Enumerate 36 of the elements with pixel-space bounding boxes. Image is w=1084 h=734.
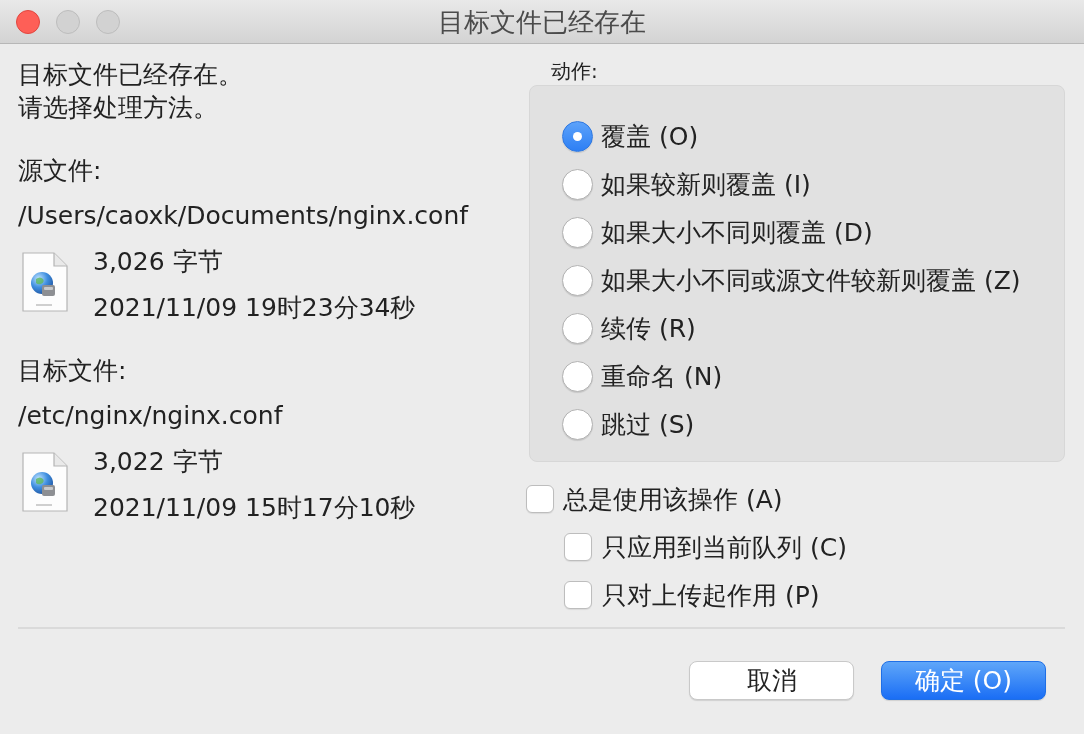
group-label: 动作: (551, 58, 598, 84)
checkbox[interactable] (526, 485, 554, 513)
radio-button[interactable] (562, 264, 593, 296)
message-text: 请选择处理方法。 (18, 92, 218, 124)
file-heading: 目标文件: (18, 355, 127, 387)
radio-button[interactable] (562, 408, 593, 440)
file-size: 3,022 字节 (93, 446, 223, 478)
file-modified-date: 2021/11/09 15时17分10秒 (93, 492, 416, 524)
window-title: 目标文件已经存在 (438, 6, 646, 37)
checkbox-label[interactable]: 只对上传起作用 (P) (602, 578, 820, 612)
checkbox[interactable] (564, 533, 592, 561)
radio-label[interactable]: 覆盖 (O) (601, 119, 699, 153)
radio-label[interactable]: 如果大小不同则覆盖 (D) (601, 215, 873, 249)
radio-label[interactable]: 跳过 (S) (601, 407, 695, 441)
radio-label[interactable]: 如果大小不同或源文件较新则覆盖 (Z) (601, 263, 1021, 297)
radio-button[interactable] (562, 168, 593, 200)
radio-label[interactable]: 重命名 (N) (601, 359, 723, 393)
radio-label[interactable]: 如果较新则覆盖 (I) (601, 167, 811, 201)
radio-button[interactable] (562, 360, 593, 392)
close-button[interactable] (16, 9, 40, 34)
radio-button[interactable] (562, 312, 593, 344)
checkbox-label[interactable]: 只应用到当前队列 (C) (602, 530, 847, 564)
file-path: /Users/caoxk/Documents/nginx.conf (18, 200, 469, 232)
radio-label[interactable]: 续传 (R) (601, 311, 696, 345)
document-globe-icon (22, 452, 68, 512)
file-size: 3,026 字节 (93, 246, 223, 278)
checkbox-label[interactable]: 总是使用该操作 (A) (563, 482, 783, 516)
radio-button[interactable] (562, 120, 593, 152)
cancel-button[interactable]: 取消 (689, 661, 854, 700)
radio-button[interactable] (562, 216, 593, 248)
file-path: /etc/nginx/nginx.conf (18, 400, 283, 432)
file-modified-date: 2021/11/09 19时23分34秒 (93, 292, 416, 324)
checkbox[interactable] (564, 581, 592, 609)
message-text: 目标文件已经存在。 (18, 59, 243, 91)
document-globe-icon (22, 252, 68, 312)
file-heading: 源文件: (18, 155, 102, 187)
